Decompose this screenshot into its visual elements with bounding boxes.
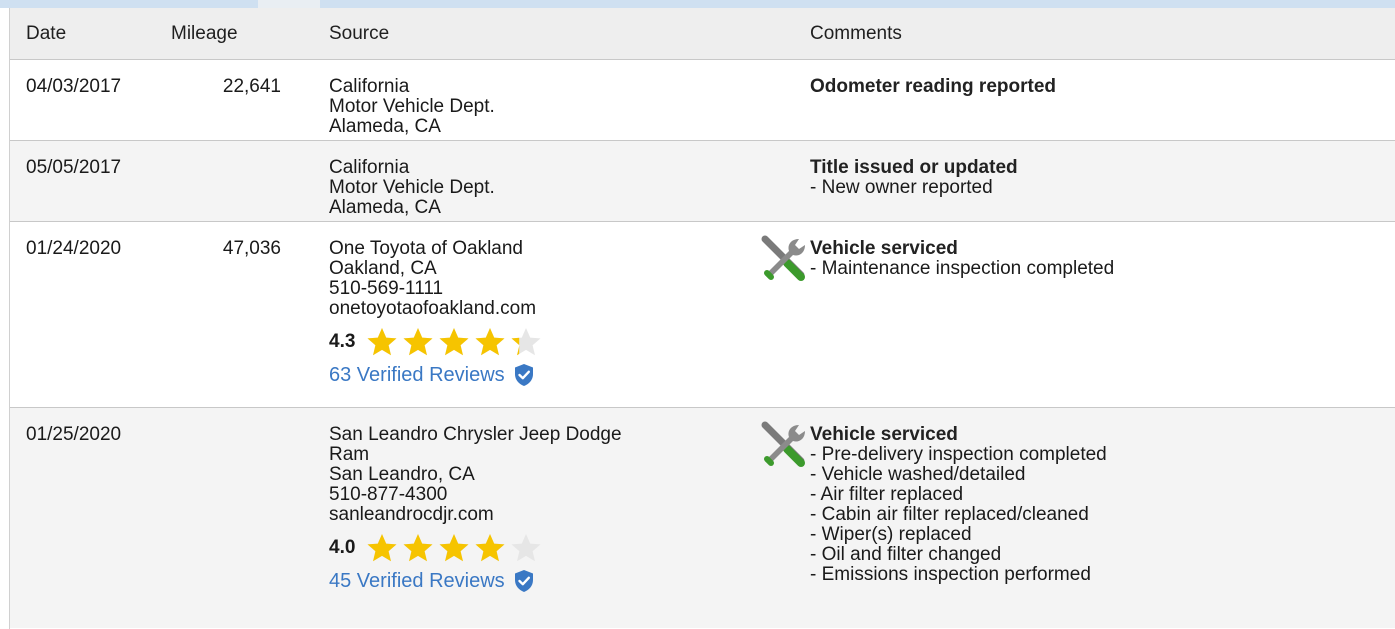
source-line: 510-877-4300 <box>329 484 448 505</box>
history-table: Date Mileage Source Comments 04/03/2017 … <box>9 8 1395 629</box>
comment-line: - Air filter replaced <box>810 484 964 505</box>
table-header: Date Mileage Source Comments <box>10 8 1395 60</box>
table-row: 01/25/2020 San Leandro Chrysler Jeep Dod… <box>10 408 1395 628</box>
star-icon <box>473 326 507 358</box>
source-line: San Leandro Chrysler Jeep Dodge <box>329 424 622 445</box>
comment-line: - Emissions inspection performed <box>810 564 1091 585</box>
comment-line: - Vehicle washed/detailed <box>810 464 1026 485</box>
service-wrench-icon <box>761 235 805 281</box>
verified-reviews-link[interactable]: 63 Verified Reviews <box>329 363 545 387</box>
comment-line: - Maintenance inspection completed <box>810 258 1115 279</box>
comment-line: - New owner reported <box>810 177 993 198</box>
comment-title: Odometer reading reported <box>810 76 1056 97</box>
header-source: Source <box>329 23 390 44</box>
row-comments: Vehicle serviced - Pre-delivery inspecti… <box>761 421 1107 585</box>
comment-line: - Cabin air filter replaced/cleaned <box>810 504 1089 525</box>
rating-number: 4.0 <box>329 537 356 558</box>
header-comments: Comments <box>810 23 902 44</box>
verified-shield-icon <box>514 364 533 386</box>
source-line: Alameda, CA <box>329 116 441 137</box>
source-line: Alameda, CA <box>329 197 441 218</box>
rating-stars <box>365 326 545 358</box>
source-line: Motor Vehicle Dept. <box>329 96 495 117</box>
row-source: San Leandro Chrysler Jeep Dodge Ram San … <box>329 425 622 593</box>
rating-number: 4.3 <box>329 331 356 352</box>
star-icon <box>509 532 543 564</box>
dealer-rating: 4.0 <box>329 533 622 563</box>
row-date: 05/05/2017 <box>26 157 122 178</box>
row-comments: Odometer reading reported <box>810 77 1056 97</box>
row-source: California Motor Vehicle Dept. Alameda, … <box>329 77 495 137</box>
star-icon <box>365 532 399 564</box>
source-line: California <box>329 76 410 97</box>
top-strip <box>0 0 1395 8</box>
reviews-label[interactable]: 63 Verified Reviews <box>329 365 505 385</box>
star-icon <box>473 532 507 564</box>
star-icon <box>509 326 543 358</box>
table-row: 01/24/2020 47,036 One Toyota of Oakland … <box>10 222 1395 408</box>
comment-title: Title issued or updated <box>810 157 1018 178</box>
row-mileage: 47,036 <box>222 238 281 259</box>
source-line: San Leandro, CA <box>329 464 475 485</box>
star-icon <box>437 532 471 564</box>
table-row: 05/05/2017 California Motor Vehicle Dept… <box>10 141 1395 222</box>
table-row: 04/03/2017 22,641 California Motor Vehic… <box>10 60 1395 141</box>
header-mileage: Mileage <box>171 23 238 44</box>
row-date: 01/24/2020 <box>26 238 122 259</box>
header-date: Date <box>26 23 67 44</box>
source-line: Ram <box>329 444 370 465</box>
dealer-rating: 4.3 <box>329 327 545 357</box>
source-line: Oakland, CA <box>329 258 437 279</box>
rating-stars <box>365 532 545 564</box>
comment-line: - Wiper(s) replaced <box>810 524 972 545</box>
service-wrench-icon <box>761 421 805 467</box>
comment-line: - Oil and filter changed <box>810 544 1002 565</box>
star-icon <box>365 326 399 358</box>
star-icon <box>401 326 435 358</box>
comment-title: Vehicle serviced <box>810 238 958 259</box>
top-tab <box>258 0 320 8</box>
star-icon <box>437 326 471 358</box>
source-line: onetoyotaofoakland.com <box>329 298 537 319</box>
row-source: One Toyota of Oakland Oakland, CA 510-56… <box>329 239 545 387</box>
source-line: 510-569-1111 <box>329 278 444 299</box>
row-mileage: 22,641 <box>222 76 281 97</box>
row-source: California Motor Vehicle Dept. Alameda, … <box>329 158 495 218</box>
source-line: sanleandrocdjr.com <box>329 504 494 525</box>
row-comments: Title issued or updated - New owner repo… <box>810 158 1018 198</box>
row-date: 04/03/2017 <box>26 76 122 97</box>
comment-line: - Pre-delivery inspection completed <box>810 444 1107 465</box>
row-date: 01/25/2020 <box>26 424 122 445</box>
row-comments: Vehicle serviced - Maintenance inspectio… <box>761 235 1115 281</box>
star-icon <box>401 532 435 564</box>
source-line: Motor Vehicle Dept. <box>329 177 495 198</box>
reviews-label[interactable]: 45 Verified Reviews <box>329 571 505 591</box>
verified-reviews-link[interactable]: 45 Verified Reviews <box>329 569 622 593</box>
verified-shield-icon <box>514 570 533 592</box>
source-line: One Toyota of Oakland <box>329 238 523 259</box>
source-line: California <box>329 157 410 178</box>
comment-title: Vehicle serviced <box>810 424 958 445</box>
